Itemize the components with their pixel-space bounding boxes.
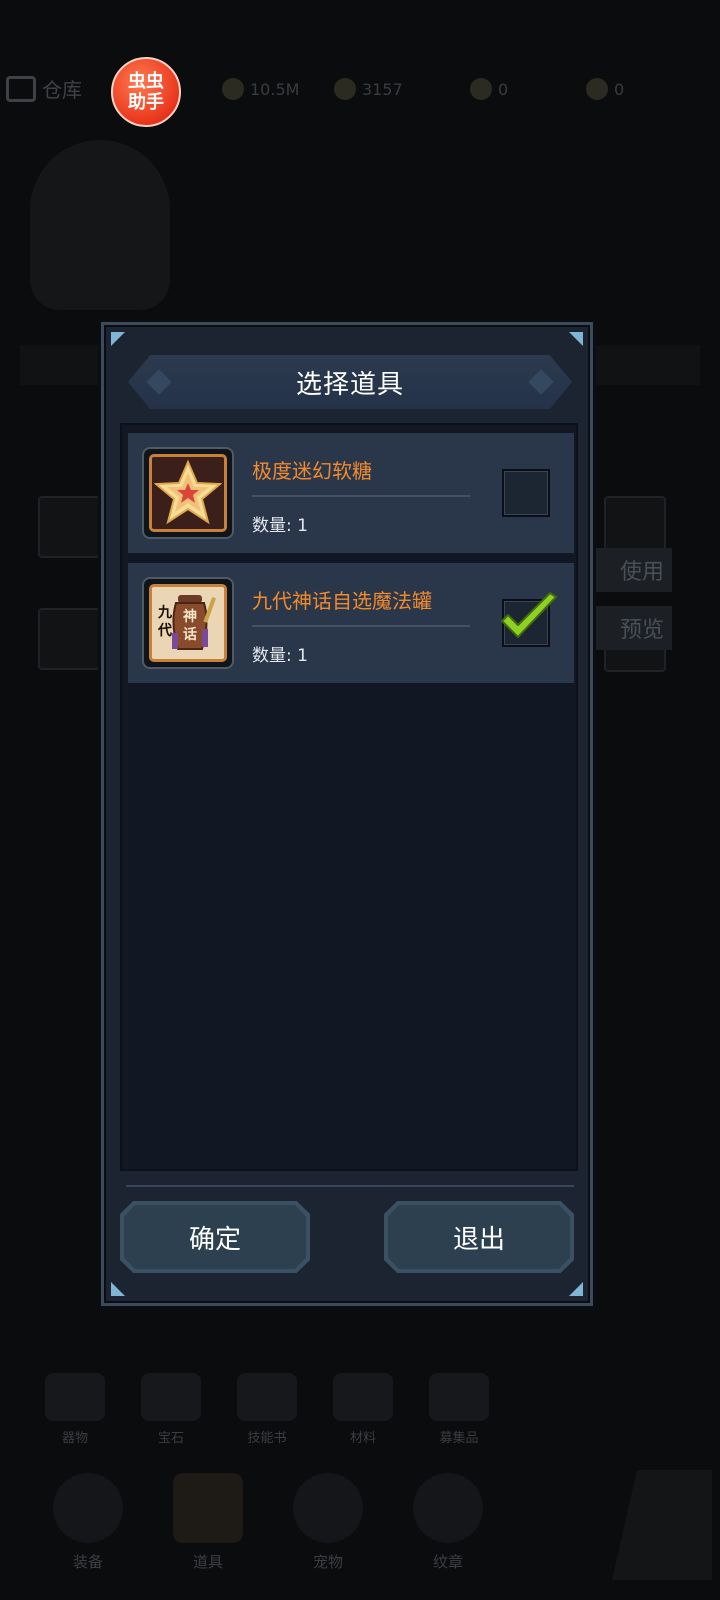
item-divider	[252, 495, 470, 497]
warehouse-title: 仓库	[42, 78, 82, 102]
helper-badge-label: 虫虫助手	[128, 71, 164, 113]
pet-icon	[293, 1473, 363, 1543]
checkmark-icon	[501, 592, 557, 638]
item-list[interactable]: 极度迷幻软糖 数量: 1 九 代 神 话 九代神话自选魔法罐 数量: 1	[120, 423, 578, 1171]
jar-label-1: 九	[157, 605, 172, 621]
corner-ornament	[111, 332, 125, 346]
backpack-icon	[173, 1473, 243, 1543]
equipment-icon	[53, 1473, 123, 1543]
jar-label-2: 代	[157, 622, 172, 639]
dialog-title: 选择道具	[295, 369, 404, 400]
warehouse-icon	[6, 75, 36, 102]
hero-portrait	[30, 140, 170, 310]
helper-badge[interactable]: 虫虫助手	[111, 57, 181, 127]
star-candy-icon	[142, 447, 234, 539]
next-arrow-icon	[612, 1470, 712, 1580]
corner-ornament	[111, 1282, 125, 1296]
category-tile: 材料	[324, 1372, 402, 1450]
category-row: 器物 宝石 技能书 材料 募集品	[36, 1372, 498, 1450]
list-item[interactable]: 极度迷幻软糖 数量: 1	[128, 433, 574, 553]
use-button: 使用	[592, 548, 672, 592]
item-quantity: 数量: 1	[252, 646, 308, 666]
item-name: 九代神话自选魔法罐	[252, 589, 432, 613]
energy-icon	[470, 78, 492, 100]
dialog-title-plate: 选择道具	[128, 355, 572, 409]
coin-icon	[222, 78, 244, 100]
nav-tab-equipment: 装备	[40, 1462, 136, 1582]
category-tile: 宝石	[132, 1372, 210, 1450]
star-candy-icon-graphic	[154, 459, 222, 525]
bottom-nav: 装备 道具 宠物 纹章	[40, 1462, 496, 1582]
token-icon	[586, 78, 608, 100]
category-tile: 募集品	[420, 1372, 498, 1450]
gem-icon	[334, 78, 356, 100]
magic-jar-icon-graphic: 九 代 神 话	[157, 595, 216, 650]
gold-resource: 10.5M	[222, 78, 299, 100]
token-resource: 0	[586, 78, 624, 100]
corner-ornament	[569, 1282, 583, 1296]
inventory-slot	[38, 608, 100, 670]
nav-tab-emblems: 纹章	[400, 1462, 496, 1582]
footer-divider	[126, 1185, 574, 1187]
gem-resource: 3157	[334, 78, 403, 100]
confirm-button[interactable]: 确定	[120, 1201, 310, 1273]
item-checkbox[interactable]	[502, 469, 550, 517]
corner-ornament	[569, 332, 583, 346]
preview-button: 预览	[592, 606, 672, 650]
emblem-icon	[413, 1473, 483, 1543]
list-item[interactable]: 九 代 神 话 九代神话自选魔法罐 数量: 1	[128, 563, 574, 683]
nav-tab-items: 道具	[160, 1462, 256, 1582]
select-item-dialog: 选择道具 极度迷幻软糖 数量: 1 九 代 神 话 九代神话自选魔法罐 数量: …	[101, 322, 593, 1306]
item-divider	[252, 625, 470, 627]
inventory-slot	[38, 496, 100, 558]
jar-label-4: 话	[183, 626, 197, 643]
warehouse-header: 仓库	[6, 74, 82, 103]
confirm-button-label: 确定	[188, 1224, 241, 1255]
item-quantity: 数量: 1	[252, 516, 308, 536]
exit-button-label: 退出	[452, 1224, 505, 1255]
diamond-ornament-icon	[146, 369, 172, 395]
category-tile: 器物	[36, 1372, 114, 1450]
magic-jar-icon: 九 代 神 话	[142, 577, 234, 669]
diamond-ornament-icon	[528, 369, 554, 395]
item-checkbox[interactable]	[501, 592, 557, 647]
nav-tab-pets: 宠物	[280, 1462, 376, 1582]
stamina-resource: 0	[470, 78, 508, 100]
exit-button[interactable]: 退出	[384, 1201, 574, 1273]
item-name: 极度迷幻软糖	[252, 459, 372, 483]
jar-label-3: 神	[183, 608, 197, 625]
category-tile: 技能书	[228, 1372, 306, 1450]
